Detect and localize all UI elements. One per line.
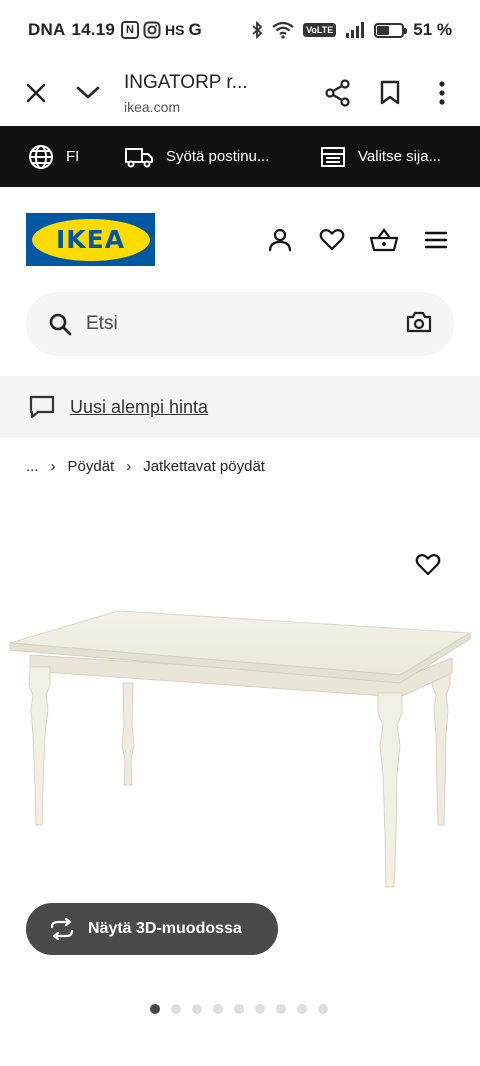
page-url: ikea.com — [124, 98, 181, 115]
carousel-dot[interactable] — [297, 1004, 307, 1014]
view-3d-label: Näytä 3D-muodossa — [88, 920, 242, 937]
bookmark-icon — [380, 80, 400, 105]
carousel-dot[interactable] — [150, 1004, 160, 1014]
visual-search-button[interactable] — [406, 311, 432, 338]
page-title: INGATORP r... — [124, 71, 248, 93]
nfc-icon: N — [120, 21, 139, 39]
signal-icon — [346, 22, 365, 38]
postcode-selector[interactable]: Syötä postinu... — [124, 146, 320, 168]
carousel-dot[interactable] — [255, 1004, 265, 1014]
table-leg-back-left — [121, 682, 135, 786]
notification-icons: N HS G — [120, 20, 202, 40]
carrier-label: DNA — [28, 20, 66, 39]
heart-icon — [415, 554, 441, 576]
table-leg-front-right — [377, 692, 403, 888]
store-selector[interactable]: Valitse sija... — [320, 145, 441, 169]
table-leg-back-right — [431, 664, 451, 826]
share-icon — [325, 79, 350, 107]
page-title-area[interactable]: INGATORP r... ikea.com — [124, 72, 312, 115]
hs-icon: HS — [164, 22, 185, 38]
google-icon: G — [188, 20, 202, 39]
carousel-dot[interactable] — [213, 1004, 223, 1014]
wifi-icon — [272, 21, 294, 39]
view-3d-button[interactable]: Näytä 3D-muodossa — [26, 903, 278, 955]
share-button[interactable] — [312, 67, 364, 119]
basket-icon — [369, 227, 399, 251]
account-button[interactable] — [264, 224, 296, 256]
carousel-dot[interactable] — [234, 1004, 244, 1014]
chevron-down-icon — [76, 86, 100, 99]
language-selector[interactable]: FI — [28, 144, 124, 170]
instagram-icon — [143, 21, 161, 39]
carousel-dot[interactable] — [192, 1004, 202, 1014]
battery-percent: 51 % — [413, 20, 452, 39]
breadcrumb-tables[interactable]: Pöydät — [68, 458, 115, 475]
bluetooth-icon — [252, 21, 263, 39]
cart-button[interactable] — [368, 224, 400, 256]
status-left: DNA 14.19 N HS G — [28, 20, 202, 40]
browser-toolbar: INGATORP r... ikea.com — [0, 60, 480, 126]
close-icon — [26, 83, 46, 103]
add-to-favorites-button[interactable] — [412, 549, 444, 581]
minimize-button[interactable] — [62, 67, 114, 119]
heart-icon — [319, 228, 345, 250]
truck-icon — [125, 147, 153, 167]
lower-price-link[interactable]: Uusi alempi hinta — [70, 397, 208, 418]
carousel-dot[interactable] — [171, 1004, 181, 1014]
breadcrumb-chevron-icon: › — [50, 457, 56, 475]
more-options-button[interactable] — [416, 67, 468, 119]
status-bar: DNA 14.19 N HS G VoLTE 51 % — [0, 0, 480, 60]
battery-icon — [374, 22, 408, 38]
utility-strip: FI Syötä postinu... Valitse sija... — [0, 126, 480, 187]
chat-bubble-icon — [29, 395, 55, 419]
search-bar[interactable]: Etsi — [26, 292, 454, 356]
wishlist-button[interactable] — [316, 224, 348, 256]
table-leg-front-left — [28, 666, 51, 826]
language-label: FI — [66, 148, 80, 165]
breadcrumb-extendable-tables[interactable]: Jatkettavat pöydät — [143, 458, 265, 475]
breadcrumb-chevron-icon: › — [126, 457, 132, 475]
search-icon — [49, 313, 72, 336]
carousel-dot[interactable] — [318, 1004, 328, 1014]
header-actions — [264, 224, 452, 256]
globe-icon — [29, 144, 53, 169]
store-icon — [321, 146, 345, 167]
camera-icon — [406, 311, 432, 332]
carousel-dot[interactable] — [276, 1004, 286, 1014]
status-right: VoLTE 51 % — [251, 20, 452, 40]
store-label: Valitse sija... — [358, 148, 442, 165]
site-header: IKEA — [0, 187, 480, 292]
postcode-label: Syötä postinu... — [166, 148, 270, 165]
volte-icon: VoLTE — [303, 23, 337, 37]
price-notice-banner: Uusi alempi hinta — [0, 376, 480, 438]
logo-text: IKEA — [55, 225, 126, 254]
menu-icon — [425, 231, 447, 248]
rotate-3d-icon — [50, 918, 74, 940]
breadcrumb: ... › Pöydät › Jatkettavat pöydät — [26, 454, 265, 478]
logo-oval: IKEA — [31, 218, 150, 261]
user-icon — [268, 228, 292, 251]
image-carousel-dots — [150, 1004, 328, 1014]
close-tab-button[interactable] — [10, 67, 62, 119]
breadcrumb-ellipsis[interactable]: ... — [26, 458, 39, 475]
ikea-logo[interactable]: IKEA — [26, 213, 155, 266]
search-input[interactable]: Etsi — [86, 313, 406, 335]
clock: 14.19 — [71, 20, 115, 39]
more-vert-icon — [439, 81, 445, 105]
bookmark-button[interactable] — [364, 67, 416, 119]
menu-button[interactable] — [420, 224, 452, 256]
browser-actions — [312, 67, 468, 119]
